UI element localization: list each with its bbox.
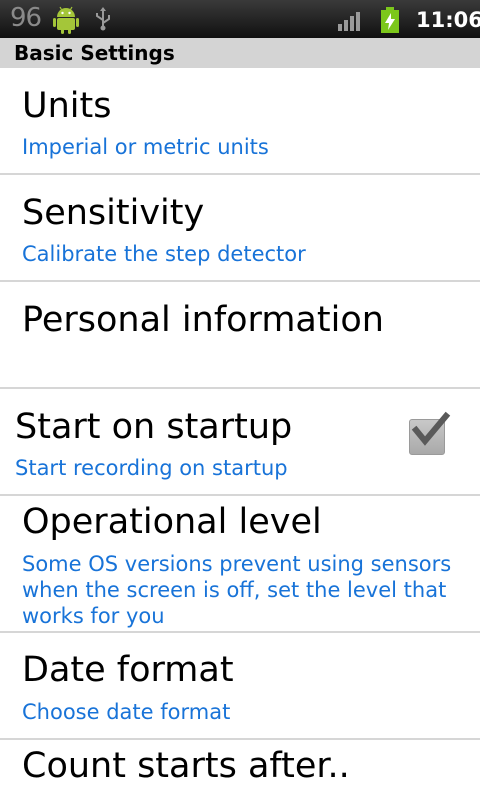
pref-title: Units bbox=[22, 86, 112, 126]
section-header: Basic Settings bbox=[0, 38, 480, 68]
pref-date-format[interactable]: Date format Choose date format bbox=[0, 633, 480, 740]
pref-title: Operational level bbox=[22, 502, 322, 542]
pref-summary-line: works for you bbox=[22, 604, 165, 628]
pref-sensitivity[interactable]: Sensitivity Calibrate the step detector bbox=[0, 175, 480, 282]
pref-summary: Calibrate the step detector bbox=[22, 242, 306, 266]
pref-units[interactable]: Units Imperial or metric units bbox=[0, 68, 480, 175]
pref-summary: Choose date format bbox=[22, 700, 231, 724]
usb-icon bbox=[96, 7, 110, 31]
pref-summary: Imperial or metric units bbox=[22, 135, 269, 159]
android-icon bbox=[53, 6, 79, 34]
pref-summary-line: Some OS versions prevent using sensors bbox=[22, 552, 452, 576]
notification-count: 96 bbox=[10, 3, 42, 33]
start-on-startup-checkbox[interactable] bbox=[409, 411, 451, 455]
checkmark-icon bbox=[411, 411, 451, 446]
pref-title: Sensitivity bbox=[22, 193, 205, 233]
status-bar: 96 11:06 bbox=[0, 0, 480, 38]
section-title: Basic Settings bbox=[14, 41, 175, 65]
pref-title: Date format bbox=[22, 650, 234, 690]
pref-summary-line: when the screen is off, set the level th… bbox=[22, 578, 447, 602]
pref-title: Count starts after.. bbox=[22, 746, 350, 786]
pref-summary: Start recording on startup bbox=[15, 456, 288, 480]
pref-title: Personal information bbox=[22, 300, 384, 340]
signal-icon bbox=[338, 12, 360, 31]
pref-count-starts-after[interactable]: Count starts after.. bbox=[0, 740, 480, 800]
clock: 11:06 bbox=[416, 8, 480, 32]
pref-operational-level[interactable]: Operational level Some OS versions preve… bbox=[0, 496, 480, 633]
pref-title: Start on startup bbox=[15, 407, 293, 447]
battery-charging-icon bbox=[381, 7, 399, 33]
pref-personal-information[interactable]: Personal information bbox=[0, 282, 480, 389]
